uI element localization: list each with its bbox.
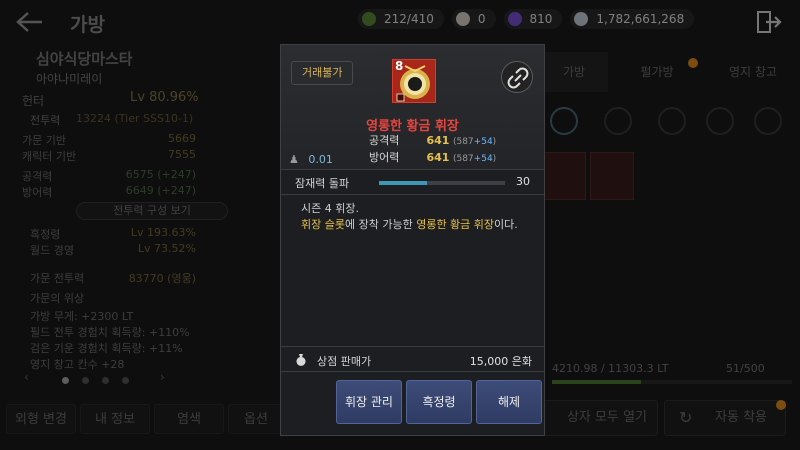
item-description: 시즌 4 휘장. 휘장 슬롯에 장착 가능한 영롱한 황금 휘장이다. bbox=[301, 201, 533, 233]
stat-value: 641 bbox=[426, 151, 450, 164]
item-level-badge: 8 bbox=[395, 59, 404, 73]
potential-label: 잠재력 돌파 bbox=[295, 177, 350, 190]
stat-breakdown: (587+54) bbox=[452, 154, 497, 164]
potential-value: 30 bbox=[516, 175, 530, 188]
link-button[interactable] bbox=[501, 61, 533, 93]
potential-breakthrough-row: 잠재력 돌파 30 bbox=[281, 169, 544, 195]
potential-bar bbox=[379, 181, 505, 185]
sell-price-row: 상점 판매가 15,000 은화 bbox=[281, 346, 544, 372]
untradable-tag: 거래불가 bbox=[291, 61, 354, 85]
description-line: 휘장 슬롯에 장착 가능한 영롱한 황금 휘장이다. bbox=[301, 217, 533, 233]
unequip-button[interactable]: 해제 bbox=[476, 380, 542, 424]
item-tooltip: 거래불가 8 영롱한 황금 휘장 공격력 641 (587+54) 방어력 64… bbox=[280, 44, 545, 436]
weight-icon: ♟ bbox=[289, 153, 299, 166]
stat-bonus: +54 bbox=[473, 137, 493, 147]
highlight-text: 휘장 슬롯 bbox=[301, 218, 345, 231]
money-bag-icon bbox=[296, 354, 306, 366]
link-icon bbox=[507, 67, 529, 89]
plain-text: 이다. bbox=[494, 218, 518, 231]
description-line: 시즌 4 휘장. bbox=[301, 202, 359, 215]
potential-bar-fill bbox=[379, 181, 427, 185]
stat-breakdown: (587+54) bbox=[452, 137, 497, 147]
plain-text: 에 장착 가능한 bbox=[344, 218, 417, 231]
emblem-manage-button[interactable]: 휘장 관리 bbox=[336, 380, 402, 424]
sell-price-value: 15,000 은화 bbox=[469, 355, 532, 368]
highlight-text: 영롱한 황금 휘장 bbox=[416, 218, 495, 231]
attack-stat: 공격력 641 (587+54) bbox=[369, 132, 496, 148]
stat-base: 587 bbox=[456, 154, 474, 164]
sell-price-label: 상점 판매가 bbox=[317, 355, 372, 368]
black-spirit-button[interactable]: 흑정령 bbox=[406, 380, 472, 424]
stat-label: 방어력 bbox=[369, 151, 400, 164]
stat-bonus: +54 bbox=[473, 154, 493, 164]
stat-value: 641 bbox=[426, 134, 450, 147]
tooltip-header: 거래불가 8 영롱한 황금 휘장 공격력 641 (587+54) 방어력 64… bbox=[281, 45, 544, 169]
defense-stat: 방어력 641 (587+54) bbox=[369, 149, 496, 165]
stat-base: 587 bbox=[456, 137, 474, 147]
item-weight: ♟ 0.01 bbox=[289, 153, 333, 166]
item-weight-value: 0.01 bbox=[308, 153, 333, 166]
stat-label: 공격력 bbox=[369, 134, 400, 147]
